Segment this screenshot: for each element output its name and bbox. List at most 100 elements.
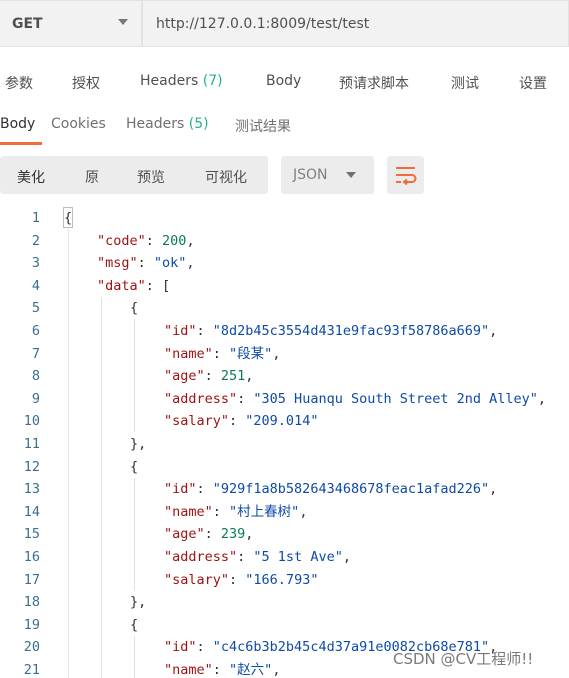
code-line: 11},: [0, 433, 569, 456]
line-number: 14: [23, 503, 40, 520]
code-token: "ok": [153, 255, 187, 272]
code-token: :: [196, 481, 213, 498]
code-token: "id": [164, 481, 197, 498]
code-token: :: [237, 390, 254, 407]
code-line: 8 "age": 251,: [0, 365, 569, 388]
code-line: 17 "salary": "166.793": [0, 569, 569, 592]
line-text: "id": "8d2b45c3554d431e9fac93f58786a669"…: [164, 320, 497, 343]
response-headers-count-badge: (5): [188, 116, 209, 132]
tab-headers[interactable]: Headers (7): [140, 73, 223, 89]
raw-button[interactable]: 原: [85, 167, 99, 187]
code-line: 6 "id": "8d2b45c3554d431e9fac93f58786a669…: [0, 320, 569, 343]
chevron-down-icon: [346, 172, 356, 178]
code-token: :: [237, 549, 254, 565]
code-token: "msg": [97, 255, 138, 272]
preview-button[interactable]: 预览: [137, 167, 165, 187]
code-token: "id": [164, 323, 197, 339]
line-text: {: [64, 210, 73, 226]
line-number: 21: [23, 662, 40, 678]
code-token: "salary": [164, 413, 230, 430]
response-body-editor[interactable]: 1{ 2 "code": 200, 3 "msg": "ok", 4 "data": …: [0, 207, 569, 678]
line-number: 17: [23, 571, 40, 588]
code-token: "age": [164, 526, 205, 543]
code-token: "209.014": [245, 413, 319, 430]
line-text: "name": "村上春树",: [164, 501, 307, 524]
code-token: "address": [164, 549, 238, 565]
code-line: 7 "name": "段某",: [0, 343, 569, 366]
headers-count-badge: (7): [202, 73, 223, 89]
code-token: 200: [162, 232, 187, 249]
code-token: :: [196, 639, 213, 656]
code-token: "5 1st Ave": [253, 549, 343, 565]
code-line: 2 "code": 200,: [0, 230, 569, 253]
line-text: "age": 251,: [164, 365, 253, 388]
code-line: 9 "address": "305 Huanqu South Street 2nd…: [0, 388, 569, 411]
request-bar: GET http://127.0.0.1:8009/test/test: [0, 0, 569, 49]
tab-body[interactable]: Body: [266, 73, 301, 89]
code-token: "data": [97, 277, 146, 294]
line-text: "address": "305 Huanqu South Street 2nd …: [164, 388, 546, 411]
line-number: 9: [31, 390, 40, 407]
code-token: [: [162, 277, 171, 294]
language-select[interactable]: JSON: [281, 156, 374, 194]
tab-response-headers-label: Headers: [126, 116, 185, 132]
tab-tests[interactable]: 测试: [451, 73, 479, 93]
tab-auth[interactable]: 授权: [72, 73, 100, 93]
code-token: :: [145, 232, 163, 249]
code-token: :: [229, 413, 246, 430]
code-token: :: [212, 345, 230, 362]
method-select[interactable]: GET: [0, 0, 142, 47]
watermark: CSDN @CV工程师!!: [393, 650, 534, 668]
line-text: "age": 239,: [164, 523, 253, 546]
code-line: 18},: [0, 591, 569, 614]
code-token: ,: [245, 368, 254, 385]
code-token: :: [204, 526, 221, 543]
tab-params[interactable]: 参数: [5, 73, 33, 93]
wrap-lines-icon: [396, 167, 417, 186]
visualize-button[interactable]: 可视化: [205, 167, 247, 187]
line-number: 8: [31, 368, 40, 385]
line-text: "name": "段某",: [164, 343, 280, 366]
line-number: 7: [31, 345, 40, 362]
tab-response-headers[interactable]: Headers (5): [126, 116, 209, 132]
code-token: :: [137, 255, 154, 272]
pretty-button[interactable]: 美化: [17, 167, 45, 187]
tab-settings[interactable]: 设置: [519, 73, 547, 93]
line-number: 5: [31, 300, 40, 317]
line-number: 19: [23, 616, 40, 633]
code-token: "name": [164, 662, 213, 678]
code-token: ,: [186, 255, 195, 272]
tab-headers-label: Headers: [140, 73, 199, 89]
line-number: 18: [23, 594, 40, 611]
tab-test-results[interactable]: 测试结果: [235, 116, 291, 136]
tab-pre-request-script[interactable]: 预请求脚本: [339, 73, 409, 93]
line-number: 2: [31, 232, 40, 249]
code-token: ,: [272, 662, 281, 678]
line-text: "data": [: [97, 275, 170, 298]
code-token: ,: [245, 526, 254, 543]
code-token: "name": [164, 345, 213, 362]
line-text: {: [130, 458, 139, 475]
code-token: :: [204, 368, 221, 385]
code-line: 14 "name": "村上春树",: [0, 501, 569, 524]
line-number: 3: [31, 255, 40, 272]
code-token: ,: [272, 345, 281, 362]
code-token: "929f1a8b582643468678feac1afad226": [212, 481, 490, 498]
line-text: "salary": "209.014": [164, 410, 318, 433]
code-token: ,: [186, 232, 195, 249]
wrap-lines-button[interactable]: [387, 156, 424, 194]
code-token: ,: [489, 481, 498, 498]
line-number: 16: [23, 549, 40, 565]
code-line: 5{: [0, 297, 569, 320]
tab-response-body[interactable]: Body: [0, 116, 35, 132]
code-token: "赵六": [229, 662, 273, 678]
url-input[interactable]: http://127.0.0.1:8009/test/test: [142, 0, 569, 47]
code-line: 12 {: [0, 456, 569, 479]
tab-response-cookies[interactable]: Cookies: [51, 116, 106, 132]
code-token: ,: [299, 503, 308, 520]
line-text: "id": "929f1a8b582643468678feac1afad226"…: [164, 478, 497, 501]
code-line: 3 "msg": "ok",: [0, 252, 569, 275]
line-text: },: [130, 436, 147, 452]
response-tabs: Body Cookies Headers (5) 测试结果: [0, 104, 569, 145]
code-token: "166.793": [245, 571, 319, 588]
